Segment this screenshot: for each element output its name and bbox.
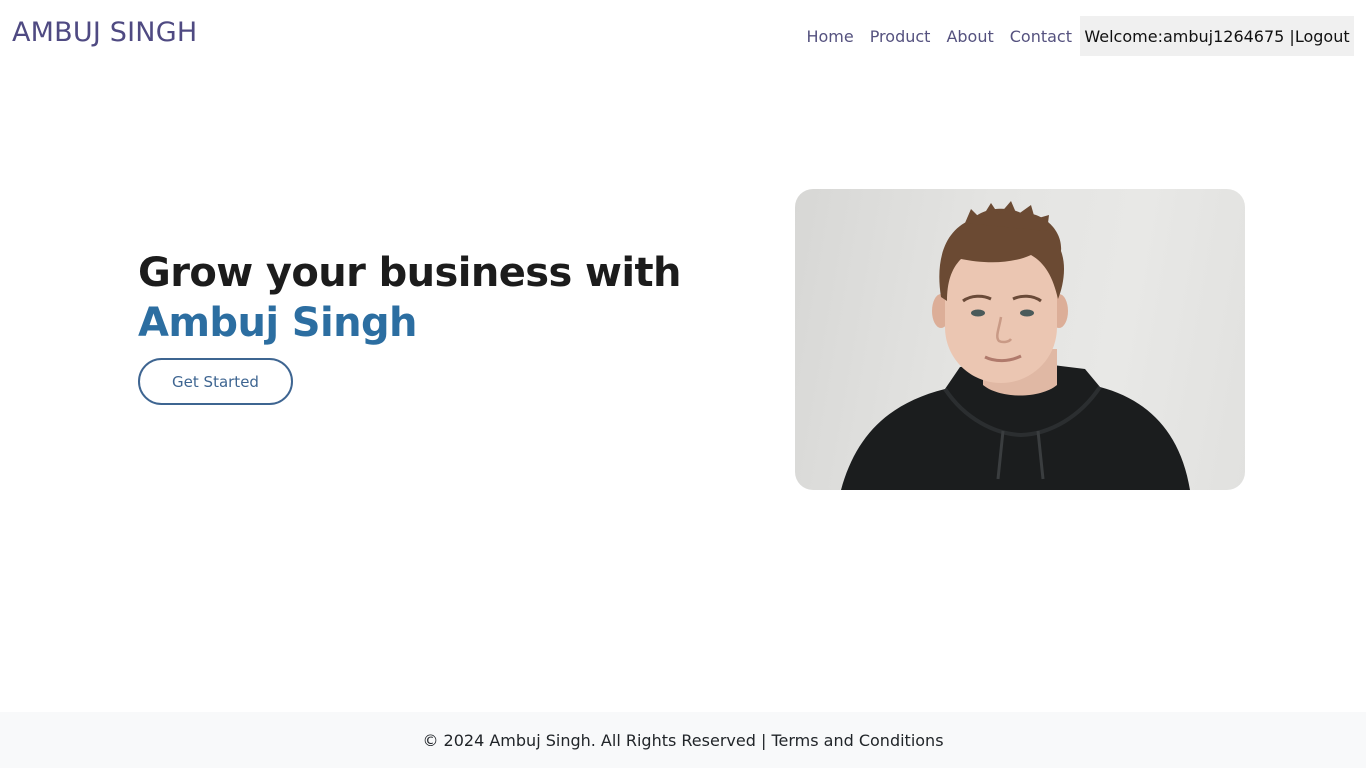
profile-photo-illustration — [841, 201, 1190, 490]
page: AMBUJ SINGH Home Product About Contact W… — [0, 0, 1366, 768]
nav-link-about[interactable]: About — [946, 27, 993, 46]
nav-link-contact[interactable]: Contact — [1010, 27, 1072, 46]
brand-logo[interactable]: AMBUJ SINGH — [12, 17, 197, 48]
main-nav: Home Product About Contact — [806, 24, 1072, 48]
hero-title: Grow your business with Ambuj Singh — [138, 248, 698, 348]
welcome-text: Welcome:ambuj1264675 | — [1084, 26, 1295, 46]
user-welcome-box: Welcome:ambuj1264675 | Logout — [1080, 16, 1354, 56]
get-started-button[interactable]: Get Started — [138, 358, 293, 405]
nav-link-product[interactable]: Product — [870, 27, 931, 46]
hero-title-line: Grow your business with — [138, 250, 681, 296]
hero-title-accent: Ambuj Singh — [138, 300, 417, 346]
logout-link[interactable]: Logout — [1295, 27, 1350, 46]
footer: © 2024 Ambuj Singh. All Rights Reserved … — [0, 712, 1366, 768]
footer-copyright: © 2024 Ambuj Singh. All Rights Reserved … — [422, 730, 767, 750]
hero-text: Grow your business with Ambuj Singh — [138, 248, 698, 348]
terms-link[interactable]: Terms and Conditions — [771, 731, 943, 750]
navbar: AMBUJ SINGH Home Product About Contact W… — [0, 0, 1366, 72]
profile-photo — [795, 189, 1245, 490]
nav-link-home[interactable]: Home — [806, 27, 853, 46]
